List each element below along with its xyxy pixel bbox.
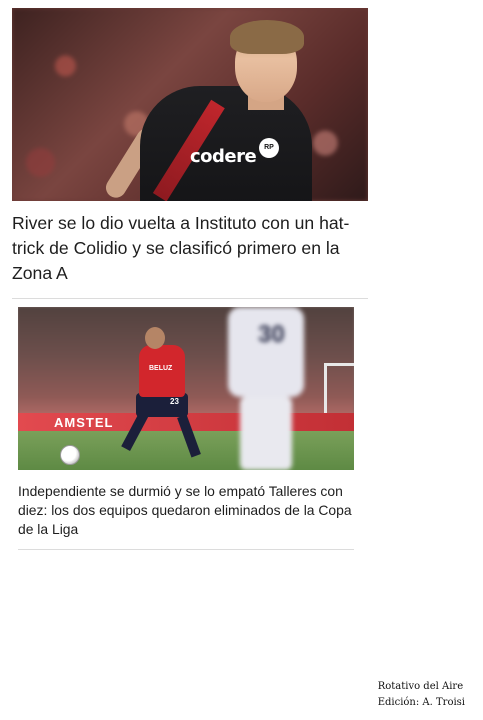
article-headline[interactable]: River se lo dio vuelta a Instituto con u… xyxy=(12,211,372,286)
advertising-board-text: AMSTEL xyxy=(54,415,114,430)
divider xyxy=(12,298,368,299)
opponent-number: 30 xyxy=(258,321,285,348)
soccer-ball-icon xyxy=(60,445,80,465)
credit-publication: Rotativo del Aire xyxy=(377,681,464,692)
article-image-river[interactable]: adidas codere RP xyxy=(12,8,368,201)
jersey-sponsor-text: codere xyxy=(190,146,257,167)
opponent-player-blurred: 30 xyxy=(218,307,310,470)
player-number: 23 xyxy=(170,397,179,406)
jersey-sponsor-text: BELUZ xyxy=(149,365,173,372)
edition-credit: Rotativo del Aire Edición: A. Troisi xyxy=(378,679,465,711)
news-card-river[interactable]: adidas codere RP River se lo dio vuelta … xyxy=(12,8,368,299)
news-card-independiente[interactable]: AMSTEL BELUZ 23 30 Independiente se durm… xyxy=(18,307,354,550)
player-hair xyxy=(230,20,304,54)
article-image-independiente[interactable]: AMSTEL BELUZ 23 30 xyxy=(18,307,354,470)
divider xyxy=(18,549,354,550)
club-crest-icon: RP xyxy=(259,138,279,158)
credit-editor: Edición: A. Troisi xyxy=(377,697,465,708)
opponent-legs xyxy=(240,397,292,470)
player-head xyxy=(145,327,165,349)
article-headline[interactable]: Independiente se durmió y se lo empató T… xyxy=(18,482,354,539)
